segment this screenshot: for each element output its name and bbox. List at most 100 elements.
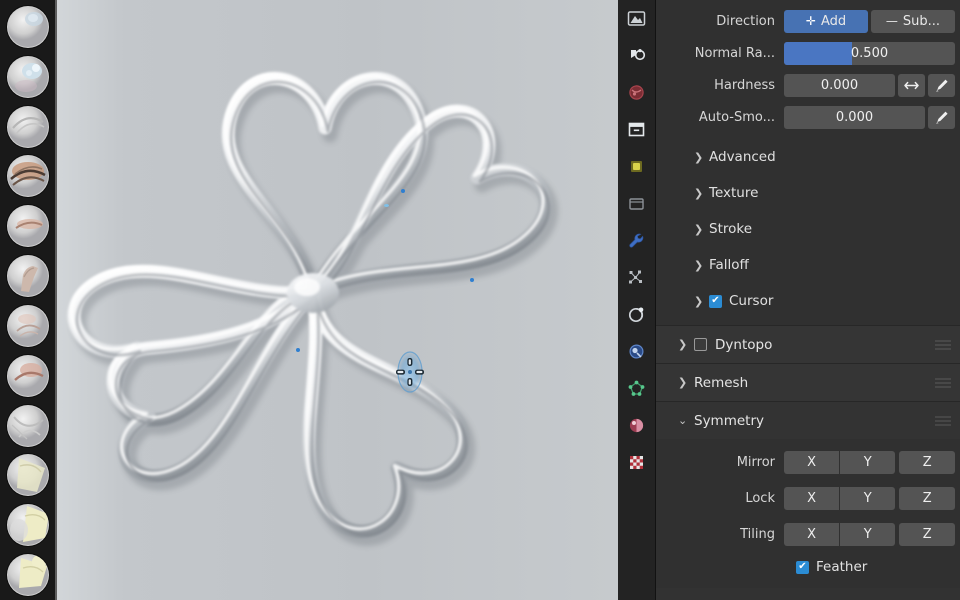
tab-physics[interactable] bbox=[618, 296, 656, 333]
section-texture-label: Texture bbox=[709, 185, 759, 201]
hardness-value: 0.000 bbox=[820, 77, 859, 93]
section-advanced-label: Advanced bbox=[709, 149, 776, 165]
brush-slot-clay-thumb[interactable] bbox=[0, 201, 56, 251]
dyntopo-checkbox[interactable]: ✔ bbox=[694, 338, 707, 351]
normal-radius-value: 0.500 bbox=[850, 45, 889, 61]
tab-modifiers[interactable] bbox=[618, 222, 656, 259]
tab-world[interactable] bbox=[618, 148, 656, 185]
brush-slot-blob[interactable] bbox=[0, 351, 56, 401]
blender-window: Direction ✛ Add — Sub... Normal Ra... 0.… bbox=[0, 0, 960, 600]
row-normal-radius: Normal Ra... 0.500 bbox=[656, 37, 960, 69]
panel-grip-icon bbox=[935, 340, 951, 349]
brush-flatten-icon bbox=[6, 504, 49, 547]
tiling-label: Tiling bbox=[740, 526, 775, 542]
brush-layer-icon bbox=[6, 255, 49, 298]
auto-smooth-value-field[interactable]: 0.000 bbox=[784, 105, 925, 129]
plus-icon: ✛ bbox=[805, 14, 816, 28]
texture-checker-icon bbox=[630, 456, 643, 469]
section-advanced[interactable]: ❯ Advanced bbox=[656, 139, 960, 175]
direction-add-label: Add bbox=[820, 13, 847, 29]
feather-label: Feather bbox=[816, 559, 868, 575]
row-hardness: Hardness 0.000 bbox=[656, 69, 960, 101]
pressure-arrows-icon bbox=[904, 81, 919, 89]
tab-scene[interactable] bbox=[618, 111, 656, 148]
brush-slot-draw-sharp[interactable] bbox=[0, 52, 56, 102]
partial-row-below bbox=[656, 588, 960, 600]
sculpt-object bbox=[67, 71, 559, 546]
mirror-label: Mirror bbox=[736, 454, 775, 470]
panel-grip-icon bbox=[935, 378, 951, 387]
brush-clay-strips-icon bbox=[6, 155, 49, 198]
panel-grip-icon bbox=[935, 416, 951, 425]
tab-view-layer[interactable] bbox=[618, 74, 656, 111]
tab-output[interactable] bbox=[618, 37, 656, 74]
chevron-right-icon: ❯ bbox=[694, 294, 704, 308]
tiling-y-button[interactable]: Y bbox=[840, 522, 896, 546]
hardness-label: Hardness bbox=[714, 77, 775, 93]
brush-slot-clay-strips[interactable] bbox=[0, 151, 56, 201]
lock-x-button[interactable]: X bbox=[784, 486, 840, 510]
tab-object-data[interactable] bbox=[618, 370, 656, 407]
panel-dyntopo-label: Dyntopo bbox=[715, 336, 773, 353]
hardness-pressure-button[interactable] bbox=[898, 73, 925, 97]
vertex-marker bbox=[384, 204, 389, 207]
feather-checkbox[interactable]: ✔ bbox=[796, 560, 809, 574]
tab-particles[interactable] bbox=[618, 259, 656, 296]
mirror-x-button[interactable]: X bbox=[784, 450, 840, 474]
lock-y-button[interactable]: Y bbox=[840, 486, 896, 510]
brush-toolbar[interactable] bbox=[0, 0, 57, 600]
section-texture[interactable]: ❯ Texture bbox=[656, 175, 960, 211]
mirror-z-button[interactable]: Z bbox=[899, 450, 955, 474]
tab-constraints[interactable] bbox=[618, 333, 656, 370]
brush-draw-sharp-icon bbox=[6, 55, 49, 98]
auto-smooth-brush-button[interactable] bbox=[928, 105, 955, 129]
properties-tab-strip[interactable] bbox=[618, 0, 656, 600]
tiling-x-button[interactable]: X bbox=[784, 522, 840, 546]
brush-slot-clay[interactable] bbox=[0, 102, 56, 152]
section-stroke[interactable]: ❯ Stroke bbox=[656, 211, 960, 247]
tab-material[interactable] bbox=[618, 407, 656, 444]
tiling-z-button[interactable]: Z bbox=[899, 522, 955, 546]
brush-slot-layer[interactable] bbox=[0, 251, 56, 301]
brush-slot-fill[interactable] bbox=[0, 550, 56, 600]
lock-z-button[interactable]: Z bbox=[899, 486, 955, 510]
section-cursor[interactable]: ❯ ✔ Cursor bbox=[656, 283, 960, 319]
panel-remesh[interactable]: ❯ Remesh bbox=[656, 363, 960, 401]
row-lock: Lock X Y Z bbox=[656, 480, 960, 516]
panel-symmetry[interactable]: ⌄ Symmetry bbox=[656, 401, 960, 439]
brush-slot-crease[interactable] bbox=[0, 401, 56, 451]
object-data-mesh-icon bbox=[628, 380, 645, 396]
brush-slot-flatten[interactable] bbox=[0, 500, 56, 550]
brush-blob-icon bbox=[6, 354, 49, 397]
brush-slot-inflate[interactable] bbox=[0, 301, 56, 351]
hardness-value-field[interactable]: 0.000 bbox=[784, 73, 895, 97]
symmetry-transform-gizmo[interactable] bbox=[389, 349, 431, 395]
physics-orbit-icon bbox=[628, 307, 644, 323]
minus-icon: — bbox=[885, 14, 898, 28]
tab-collection[interactable] bbox=[618, 185, 656, 222]
brush-clay-thumb-icon bbox=[6, 205, 49, 248]
brush-slot-smooth[interactable] bbox=[0, 450, 56, 500]
direction-add-button[interactable]: ✛ Add bbox=[784, 9, 868, 33]
tab-render[interactable] bbox=[618, 0, 656, 37]
wrench-icon bbox=[629, 233, 644, 248]
chevron-right-icon: ❯ bbox=[694, 258, 704, 272]
section-falloff[interactable]: ❯ Falloff bbox=[656, 247, 960, 283]
tab-texture[interactable] bbox=[618, 444, 656, 481]
auto-smooth-label: Auto-Smo... bbox=[698, 109, 775, 125]
direction-sub-label: Sub... bbox=[902, 13, 941, 29]
brush-crease-icon bbox=[6, 404, 49, 447]
printer-output-icon bbox=[631, 49, 646, 61]
hardness-brush-button[interactable] bbox=[928, 73, 955, 97]
mirror-y-button[interactable]: Y bbox=[840, 450, 896, 474]
brush-slot-draw[interactable] bbox=[0, 2, 56, 52]
brush-fill-icon bbox=[6, 554, 49, 597]
normal-radius-slider[interactable]: 0.500 bbox=[784, 41, 955, 65]
row-mirror: Mirror X Y Z bbox=[656, 444, 960, 480]
direction-sub-button[interactable]: — Sub... bbox=[871, 9, 955, 33]
panel-dyntopo[interactable]: ❯ ✔ Dyntopo bbox=[656, 325, 960, 363]
cursor-checkbox[interactable]: ✔ bbox=[709, 294, 722, 308]
row-feather: ✔ Feather bbox=[656, 552, 960, 582]
material-sphere-icon bbox=[629, 418, 644, 433]
3d-viewport[interactable] bbox=[57, 0, 618, 600]
